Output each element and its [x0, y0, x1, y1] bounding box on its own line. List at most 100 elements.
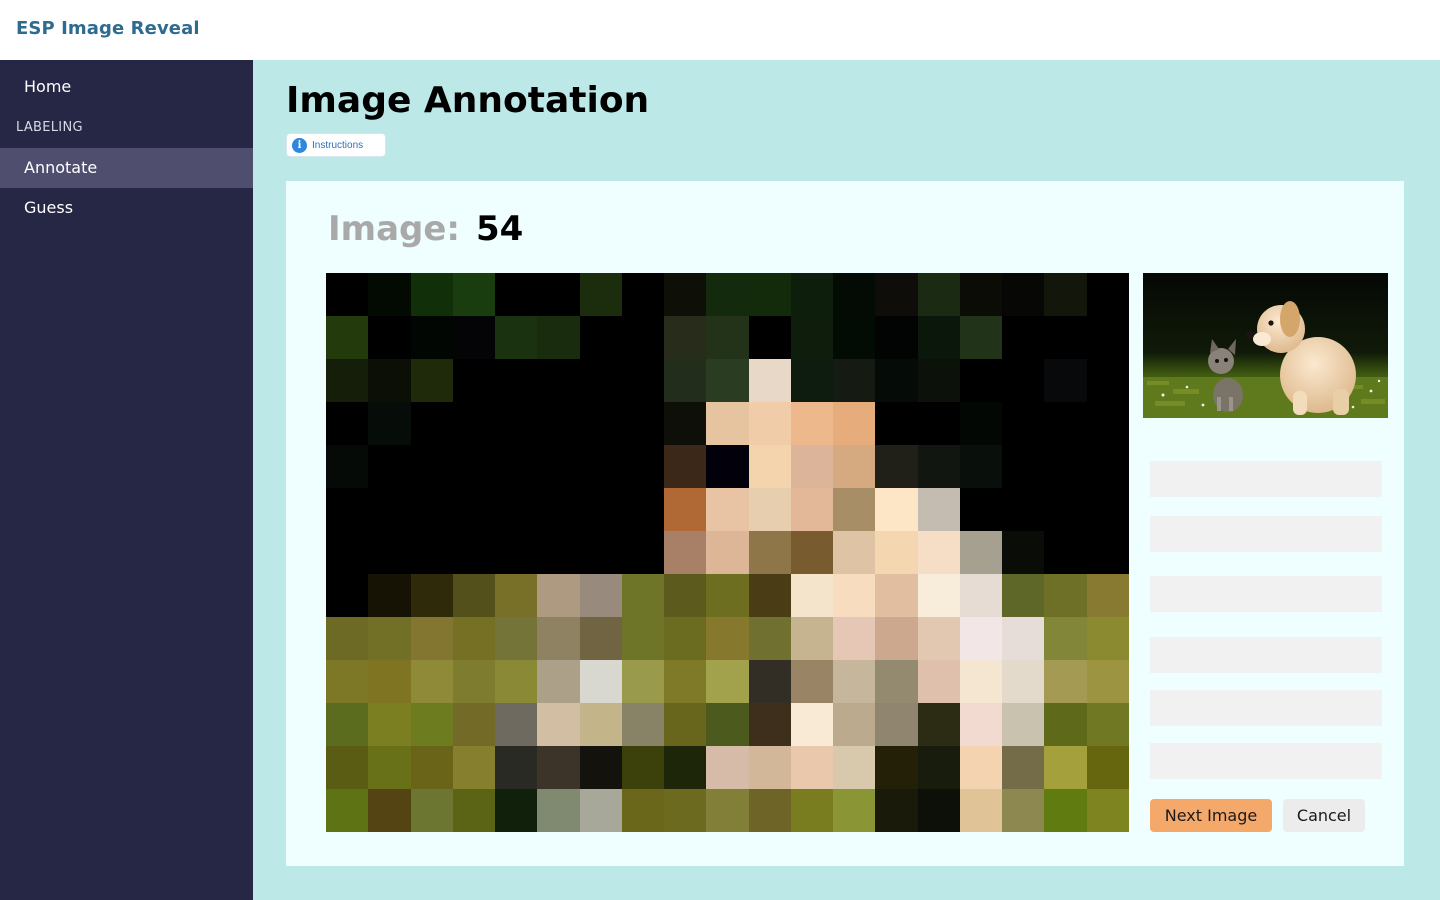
label-field-1[interactable]	[1150, 461, 1382, 497]
pixelated-image[interactable]	[326, 273, 1129, 832]
image-pixel	[833, 789, 876, 832]
label-field-6[interactable]	[1150, 743, 1382, 779]
image-pixel	[790, 617, 834, 660]
image-pixel	[410, 660, 453, 703]
image-pixel	[833, 746, 876, 789]
image-pixel	[875, 703, 918, 746]
image-pixel	[664, 746, 707, 789]
image-pixel	[621, 445, 665, 488]
app-title[interactable]: ESP Image Reveal	[16, 18, 200, 39]
image-pixel	[326, 402, 369, 445]
puppy-kitten-photo	[1143, 273, 1388, 418]
image-pixel	[621, 488, 665, 531]
image-pixel	[790, 316, 834, 359]
image-pixel	[579, 703, 622, 746]
image-pixel	[1044, 703, 1087, 746]
image-pixel	[833, 402, 876, 445]
reference-thumbnail	[1143, 273, 1388, 418]
image-pixel	[410, 574, 453, 617]
image-pixel	[368, 789, 411, 832]
image-pixel	[706, 703, 749, 746]
image-pixel	[537, 531, 580, 574]
image-pixel	[748, 445, 791, 488]
page-title: Image Annotation	[286, 80, 650, 121]
label-field-3[interactable]	[1150, 576, 1382, 612]
image-pixel	[1002, 531, 1045, 574]
image-pixel	[621, 531, 665, 574]
image-pixel	[537, 273, 580, 316]
image-pixel	[917, 316, 960, 359]
image-pixel	[368, 531, 411, 574]
image-label: Image:	[328, 209, 461, 249]
image-pixel	[495, 316, 538, 359]
image-pixel	[959, 273, 1003, 316]
image-pixel	[833, 359, 876, 402]
label-field-5[interactable]	[1150, 690, 1382, 726]
image-pixel	[452, 402, 496, 445]
image-heading: Image: 54	[328, 209, 523, 249]
image-pixel	[706, 617, 749, 660]
image-pixel	[326, 273, 369, 316]
image-pixel	[579, 273, 622, 316]
image-pixel	[748, 273, 791, 316]
image-pixel	[410, 789, 453, 832]
image-pixel	[664, 703, 707, 746]
image-pixel	[1044, 359, 1087, 402]
image-pixel	[748, 316, 791, 359]
image-pixel	[790, 445, 834, 488]
sidebar-section-labeling: LABELING	[16, 120, 83, 135]
image-pixel	[959, 531, 1003, 574]
image-pixel	[959, 359, 1003, 402]
image-pixel	[621, 316, 665, 359]
image-pixel	[579, 359, 622, 402]
image-pixel	[790, 574, 834, 617]
image-pixel	[1086, 402, 1129, 445]
image-pixel	[1086, 660, 1129, 703]
image-pixel	[537, 359, 580, 402]
image-pixel	[1044, 789, 1087, 832]
image-pixel	[326, 746, 369, 789]
image-pixel	[1044, 531, 1087, 574]
image-pixel	[621, 359, 665, 402]
image-pixel	[1002, 746, 1045, 789]
image-pixel	[706, 746, 749, 789]
next-image-button[interactable]: Next Image	[1150, 799, 1272, 832]
image-pixel	[1086, 359, 1129, 402]
image-pixel	[579, 488, 622, 531]
image-pixel	[790, 789, 834, 832]
instructions-button[interactable]: i Instructions	[286, 133, 386, 157]
image-pixel	[1086, 273, 1129, 316]
image-pixel	[452, 488, 496, 531]
image-pixel	[1002, 574, 1045, 617]
image-pixel	[1086, 531, 1129, 574]
image-pixel	[621, 703, 665, 746]
sidebar: Home LABELING Annotate Guess	[0, 60, 253, 900]
image-pixel	[664, 316, 707, 359]
image-pixel	[1044, 617, 1087, 660]
image-pixel	[410, 746, 453, 789]
sidebar-item-annotate[interactable]: Annotate	[0, 148, 253, 188]
image-pixel	[452, 445, 496, 488]
image-pixel	[368, 660, 411, 703]
sidebar-item-guess[interactable]: Guess	[0, 188, 253, 228]
label-field-2[interactable]	[1150, 516, 1382, 552]
cancel-button[interactable]: Cancel	[1283, 799, 1365, 832]
image-pixel	[917, 359, 960, 402]
image-pixel	[706, 789, 749, 832]
image-pixel	[452, 531, 496, 574]
image-pixel	[579, 574, 622, 617]
sidebar-item-home[interactable]: Home	[0, 67, 253, 107]
image-pixel	[833, 488, 876, 531]
image-pixel	[410, 273, 453, 316]
image-pixel	[664, 617, 707, 660]
image-pixel	[875, 445, 918, 488]
label-field-4[interactable]	[1150, 637, 1382, 673]
image-pixel	[917, 746, 960, 789]
image-pixel	[452, 617, 496, 660]
image-pixel	[706, 316, 749, 359]
image-pixel	[1086, 316, 1129, 359]
image-pixel	[875, 531, 918, 574]
image-pixel	[1044, 660, 1087, 703]
image-pixel	[664, 445, 707, 488]
image-pixel	[537, 746, 580, 789]
